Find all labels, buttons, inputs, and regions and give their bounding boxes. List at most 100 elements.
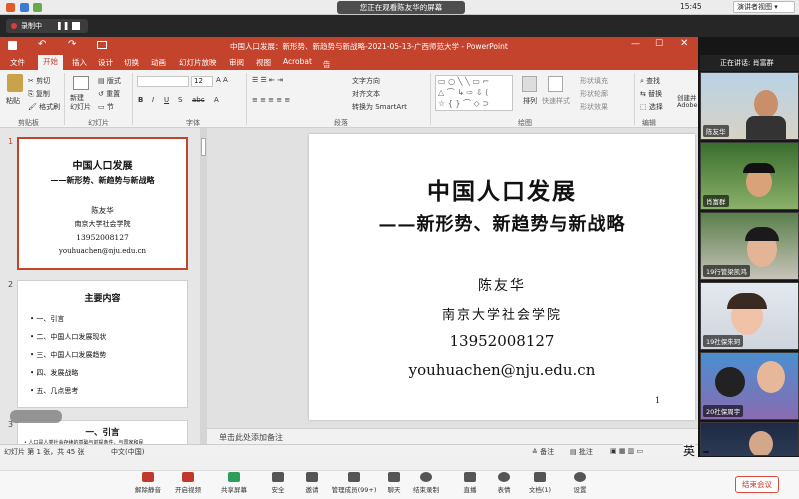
tab-transitions[interactable]: 切换 [124, 57, 139, 68]
shape-fill-button[interactable]: 形状填充 [580, 76, 608, 86]
smartart-button[interactable]: 转换为 SmartArt [352, 102, 407, 112]
wifi-icon[interactable] [33, 3, 42, 12]
notes-toggle[interactable]: ≙ 备注 [532, 447, 554, 457]
select-label: 选择 [648, 103, 663, 111]
app-icon[interactable] [6, 3, 15, 12]
slide-affiliation[interactable]: 南京大学社会学院 [309, 304, 695, 323]
slide-thumbnail-pane[interactable]: 1 中国人口发展 ——新形势、新趋势与新战略 陈友华 南京大学社会学院 1395… [0, 128, 200, 446]
copy-label: 复制 [35, 90, 50, 98]
participant-tile[interactable] [700, 422, 799, 456]
participant-name: 20社保周宇 [703, 405, 744, 417]
settings-button[interactable]: 设置 [556, 472, 604, 494]
participant-tile[interactable]: 肖富群 [700, 142, 799, 210]
cut-button[interactable]: ✂ 剪切 [28, 76, 50, 86]
arrange-button[interactable]: 排列 [523, 96, 537, 106]
participant-tile[interactable]: 陈友华 [700, 72, 799, 140]
underline-icon[interactable]: U [164, 96, 169, 104]
paste-button[interactable]: 粘贴 [6, 96, 20, 106]
comments-toggle[interactable]: ▤ 批注 [570, 447, 593, 457]
font-color-icon[interactable]: A [214, 96, 219, 104]
slide-email[interactable]: youhuachen@nju.edu.cn [309, 361, 695, 379]
replace-label: 替换 [648, 90, 663, 98]
quick-styles-button[interactable]: 快速样式 [542, 96, 570, 106]
tab-home[interactable]: 开始 [38, 55, 63, 70]
slide-thumb-1[interactable]: 中国人口发展 ——新形势、新趋势与新战略 陈友华 南京大学社会学院 139520… [17, 137, 188, 270]
view-options-dropdown[interactable]: 演讲者视图 ▾ [733, 1, 795, 13]
align-text-button[interactable]: 对齐文本 [352, 89, 380, 99]
text-direction-button[interactable]: 文字方向 [352, 76, 380, 86]
minimize-icon[interactable]: — [631, 39, 640, 49]
paste-icon[interactable] [7, 74, 23, 92]
speaking-indicator: 正在讲话: 肖富群 [700, 55, 799, 71]
participant-tile[interactable]: 20社保周宇 [700, 352, 799, 420]
reset-button[interactable]: ↺ 重置 [98, 89, 120, 99]
tab-slideshow[interactable]: 幻灯片放映 [179, 57, 217, 68]
tab-review[interactable]: 审阅 [229, 57, 244, 68]
divider [246, 73, 247, 125]
scrollbar-thumb[interactable] [201, 138, 206, 156]
redo-icon[interactable]: ↷ [68, 39, 76, 50]
layout-button[interactable]: ▤ 版式 [98, 76, 121, 86]
view-buttons[interactable]: ▣ ▦ ▥ ▭ [610, 447, 643, 455]
tab-insert[interactable]: 插入 [72, 57, 87, 68]
thumb-number: 2 [8, 280, 14, 289]
end-meeting-button[interactable]: 结束会议 [735, 476, 779, 493]
new-slide-button[interactable]: 新建 幻灯片 [70, 94, 91, 112]
slide-thumb-2[interactable]: 主要内容 • 一、引言 • 二、中国人口发展现状 • 三、中国人口发展趋势 • … [17, 280, 188, 408]
section-button[interactable]: ▭ 节 [98, 102, 114, 112]
arrange-icon[interactable] [522, 76, 537, 92]
notes-pane[interactable]: 单击此处添加备注 [207, 428, 698, 444]
select-button[interactable]: ⬚ 选择 [640, 102, 663, 112]
find-button[interactable]: ⌕ 查找 [640, 76, 660, 86]
strikethrough-icon[interactable]: abc [192, 96, 205, 104]
list-item-text: 一、引言 [36, 315, 65, 323]
shield-icon[interactable] [20, 3, 29, 12]
shape-effects-button[interactable]: 形状效果 [580, 102, 608, 112]
start-video-button[interactable]: 开启视频 [164, 472, 212, 494]
slide-author[interactable]: 陈友华 [309, 275, 695, 295]
font-name-select[interactable] [137, 76, 189, 87]
replace-button[interactable]: ⇆ 替换 [640, 89, 662, 99]
slideshow-icon[interactable] [97, 41, 107, 49]
maximize-icon[interactable]: ☐ [655, 39, 663, 49]
stop-icon[interactable] [72, 22, 80, 30]
slide-thumb-3[interactable]: 一、引言 • 人口是人类社会存续的基础与前提条件，与国家和民 [17, 420, 188, 446]
tab-view[interactable]: 视图 [256, 57, 271, 68]
tab-animations[interactable]: 动画 [151, 57, 166, 68]
quick-styles-icon[interactable] [548, 76, 563, 92]
thumb-contents-list: • 一、引言 • 二、中国人口发展现状 • 三、中国人口发展趋势 • 四、发展战… [30, 310, 106, 400]
tab-file[interactable]: 文件 [10, 57, 25, 68]
format-painter-button[interactable]: 🖌 格式刷 [28, 102, 60, 112]
copy-button[interactable]: ⎘ 复制 [28, 89, 50, 99]
language-indicator[interactable]: 中文(中国) [111, 447, 144, 457]
thumb-scrollbar[interactable] [200, 128, 207, 444]
participant-tile[interactable]: 19社保朱珂 [700, 282, 799, 350]
bold-icon[interactable]: B [138, 96, 143, 104]
close-icon[interactable]: ✕ [680, 38, 688, 49]
share-screen-button[interactable]: 共享屏幕 [210, 472, 258, 494]
emoji-icon [498, 472, 510, 482]
font-size-select[interactable]: 12 [191, 76, 213, 87]
grow-shrink-font-icon[interactable]: A A [216, 76, 228, 84]
new-slide-icon[interactable] [73, 76, 89, 90]
tab-acrobat[interactable]: Acrobat [283, 57, 312, 66]
undo-icon[interactable]: ↶ [38, 39, 46, 50]
viewing-banner[interactable]: 您正在观看陈友华的屏幕 [337, 1, 465, 14]
divider [430, 73, 431, 125]
slide-phone[interactable]: 13952008127 [309, 332, 695, 350]
save-icon[interactable] [8, 41, 17, 50]
participant-tile[interactable]: 19行管梁凯鸿 [700, 212, 799, 280]
align-icons[interactable]: ≡ ≡ ≡ ≡ ≡ [252, 96, 290, 104]
shape-outline-button[interactable]: 形状轮廓 [580, 89, 608, 99]
shapes-gallery[interactable]: ▭ ○ ╲ ╲ ▭ ⌐ △ ⌒ ↳ ⇨ ⇩ ⟨ ☆ { } ⌒ ◇ ⊃ [435, 75, 513, 111]
zoom-reaction-pill[interactable] [10, 410, 62, 423]
shadow-icon[interactable]: S [178, 96, 182, 104]
slide-title[interactable]: 中国人口发展 [309, 172, 695, 206]
slide-canvas[interactable]: 中国人口发展 ——新形势、新趋势与新战略 陈友华 南京大学社会学院 139520… [309, 134, 695, 420]
stop-recording-button[interactable]: 结束录制 [402, 472, 450, 494]
tab-design[interactable]: 设计 [98, 57, 113, 68]
bullets-icon[interactable]: ☰ ☰ ⇤ ⇥ [252, 76, 283, 84]
slide-subtitle[interactable]: ——新形势、新趋势与新战略 [309, 210, 695, 236]
italic-icon[interactable]: I [152, 96, 154, 104]
pause-icon[interactable]: ❚❚ [56, 19, 69, 33]
